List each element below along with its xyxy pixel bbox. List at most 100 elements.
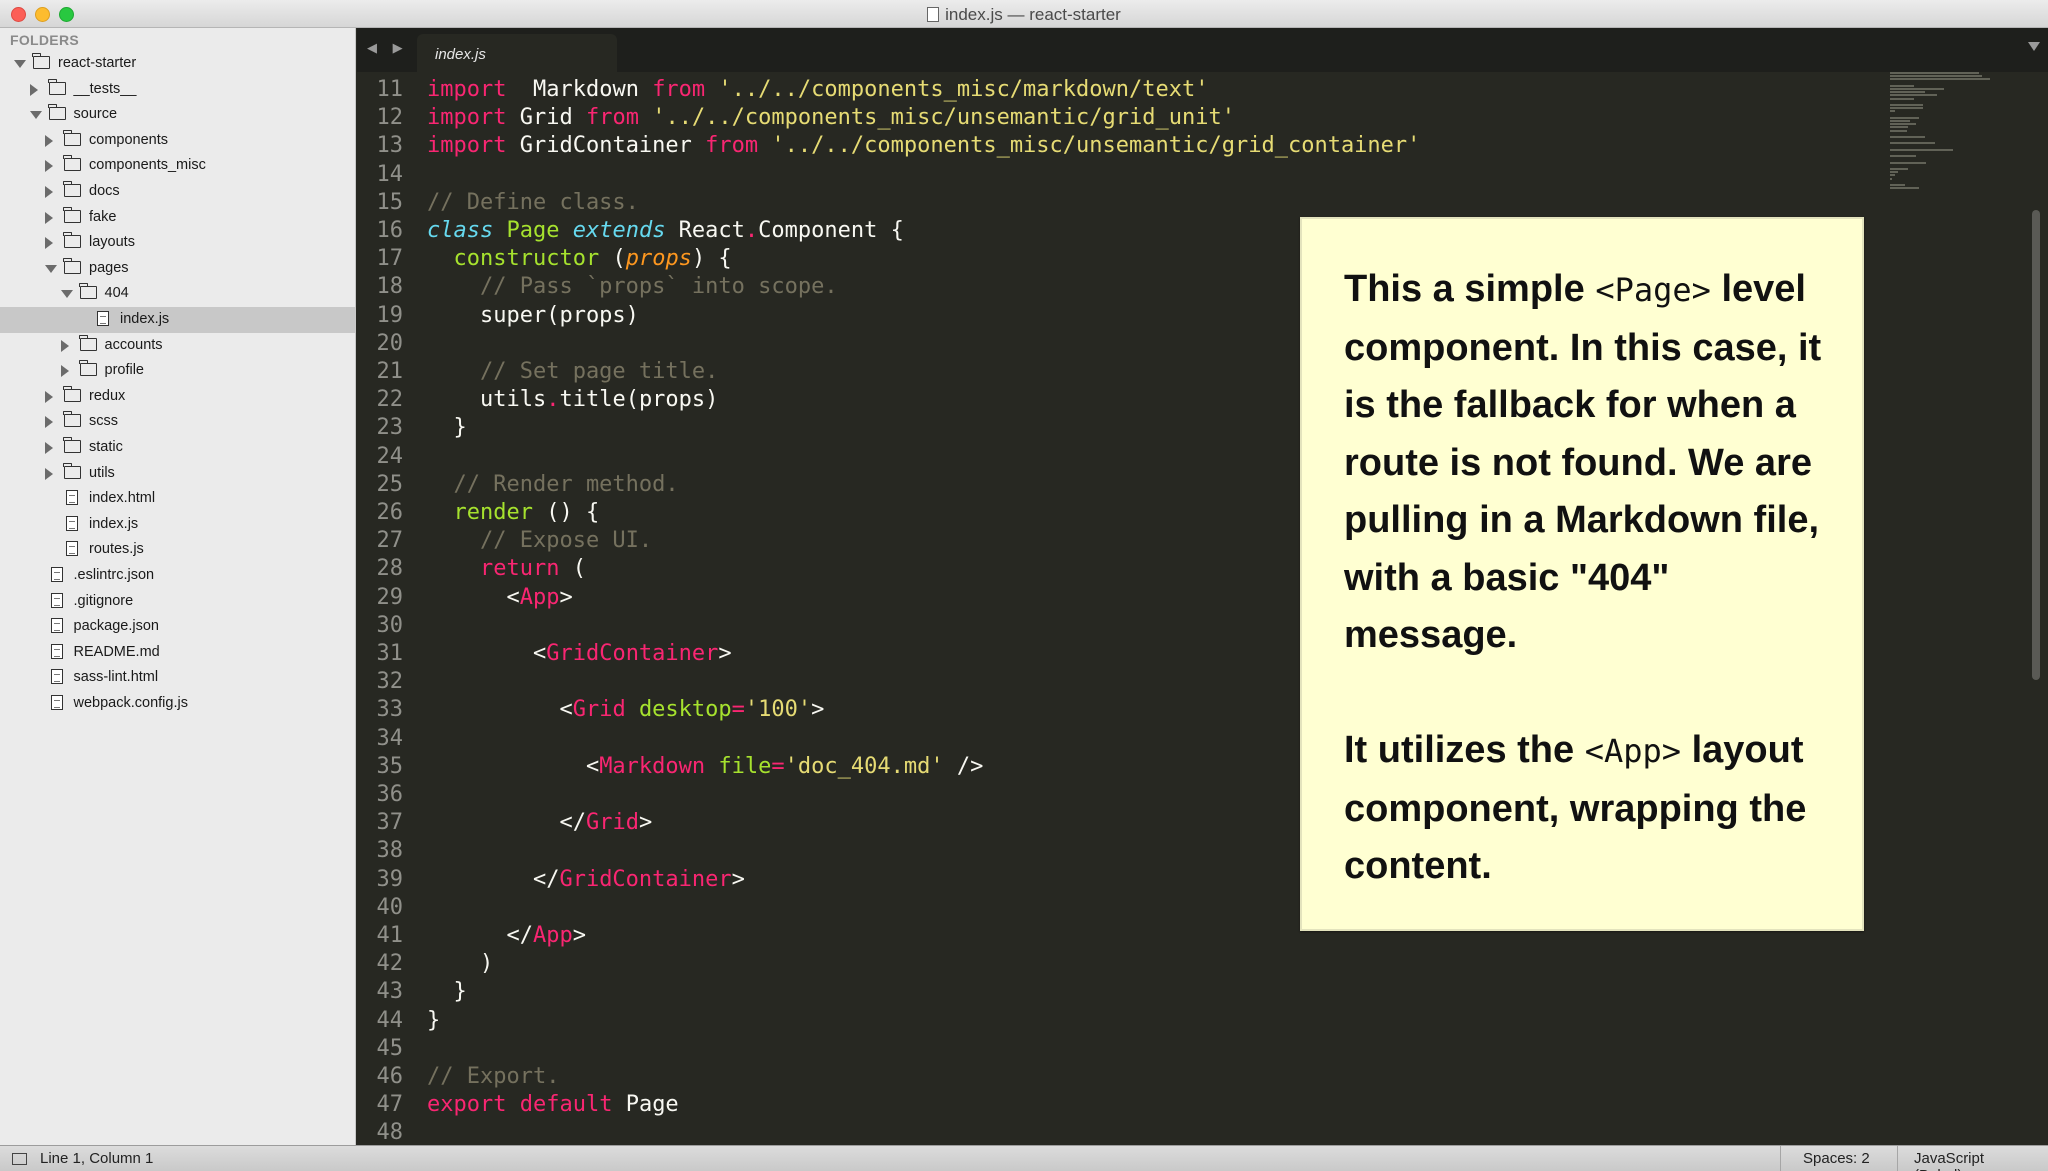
sidebar-folder[interactable]: accounts <box>0 333 355 359</box>
sidebar-folder[interactable]: utils <box>0 461 355 487</box>
sidebar-file[interactable]: webpack.config.js <box>0 691 355 717</box>
sidebar-file[interactable]: index.js <box>0 307 355 333</box>
minimap-line <box>1890 84 1914 87</box>
code-text: // Render method. <box>427 471 678 499</box>
code-token: > <box>731 866 745 892</box>
minimap-line <box>1890 148 1953 151</box>
tab-nav-arrows[interactable]: ◀ ▶ <box>367 40 409 56</box>
line-number: 44 <box>376 1007 404 1033</box>
sidebar-file[interactable]: .gitignore <box>0 589 355 615</box>
sidebar-folder[interactable]: static <box>0 435 355 461</box>
sidebar-folder[interactable]: components <box>0 128 355 154</box>
line-number: 15 <box>376 189 404 215</box>
tab-index-js[interactable]: index.js <box>417 34 617 72</box>
code-text: <GridContainer> <box>427 640 732 668</box>
code-token: < <box>427 584 520 610</box>
tab-menu-icon[interactable] <box>2028 42 2040 51</box>
sidebar-item-label: components_misc <box>89 157 206 174</box>
line-number: 35 <box>376 753 404 779</box>
code-line: 43 } <box>357 978 2037 1006</box>
disclosure-open-icon[interactable] <box>60 290 73 299</box>
minimap[interactable] <box>1890 72 2000 202</box>
code-line: 15 // Define class. <box>357 189 2037 217</box>
code-text: import Markdown from '../../components_m… <box>427 76 1209 104</box>
sidebar-file[interactable]: package.json <box>0 614 355 640</box>
disclosure-closed-icon[interactable] <box>45 467 53 480</box>
disclosure-closed-icon[interactable] <box>60 339 69 352</box>
sidebar-item-label: scss <box>89 413 118 430</box>
code-token: > <box>718 641 732 666</box>
syntax-selector[interactable]: JavaScript (Babel) <box>1897 1146 2048 1171</box>
sidebar-file[interactable]: sass-lint.html <box>0 665 355 691</box>
file-icon <box>50 567 63 582</box>
code-token: < <box>427 641 547 666</box>
disclosure-closed-icon[interactable] <box>45 416 53 429</box>
sidebar-file[interactable]: index.js <box>0 512 355 538</box>
sidebar-item-label: accounts <box>104 336 163 353</box>
editor-scrollbar[interactable] <box>2032 210 2040 680</box>
sidebar-folder[interactable]: source <box>0 102 355 128</box>
code-token: extends <box>572 218 666 243</box>
sidebar-file[interactable]: README.md <box>0 640 355 666</box>
sidebar-folder[interactable]: profile <box>0 358 355 384</box>
folder-icon <box>63 257 81 274</box>
line-number: 19 <box>376 302 404 328</box>
code-token: import <box>427 105 507 131</box>
callout-page-tag: <Page> <box>1595 271 1711 309</box>
code-token: </ <box>427 866 560 892</box>
sidebar-folder[interactable]: redux <box>0 384 355 410</box>
sidebar-folder[interactable]: fake <box>0 205 355 231</box>
disclosure-closed-icon[interactable] <box>29 83 38 96</box>
code-token: GridContainer <box>559 866 732 892</box>
disclosure-closed-icon[interactable] <box>45 442 53 454</box>
file-icon <box>50 618 63 634</box>
panel-toggle-icon[interactable] <box>12 1153 27 1165</box>
sidebar-folder[interactable]: pages <box>0 256 355 282</box>
sidebar-item-label: static <box>89 439 123 455</box>
tab-label: index.js <box>435 46 486 63</box>
code-token: App <box>532 923 573 948</box>
disclosure-closed-icon[interactable] <box>45 160 53 173</box>
sidebar-file[interactable]: .eslintrc.json <box>0 563 355 589</box>
disclosure-closed-icon[interactable] <box>45 134 53 147</box>
disclosure-closed-icon[interactable] <box>45 237 53 250</box>
code-token: import <box>427 133 507 159</box>
sidebar-folder[interactable]: 404 <box>0 281 355 307</box>
sidebar-item-label: pages <box>89 259 129 276</box>
sidebar-folder[interactable]: react-starter <box>0 51 355 77</box>
sidebar-file[interactable]: routes.js <box>0 537 355 563</box>
disclosure-closed-icon[interactable] <box>45 186 53 198</box>
line-number: 32 <box>376 669 404 695</box>
folder-icon <box>63 232 81 249</box>
line-number: 26 <box>376 500 404 525</box>
code-token: ) <box>427 951 494 977</box>
disclosure-closed-icon[interactable] <box>45 211 53 224</box>
minimap-line <box>1890 91 1925 94</box>
disclosure-open-icon[interactable] <box>45 264 57 273</box>
minimap-line <box>1890 184 1905 186</box>
sidebar-item-label: .eslintrc.json <box>73 567 155 583</box>
indentation-setting[interactable]: Spaces: 2 <box>1780 1146 1892 1171</box>
sidebar-item-label: index.js <box>120 311 170 327</box>
code-token: Markdown <box>506 77 653 102</box>
sidebar-folder[interactable]: __tests__ <box>0 77 355 103</box>
line-number: 12 <box>376 105 404 131</box>
folder-icon <box>32 53 50 69</box>
sidebar-folder[interactable]: docs <box>0 179 355 205</box>
disclosure-closed-icon[interactable] <box>45 390 53 403</box>
sidebar-folder[interactable]: components_misc <box>0 153 355 179</box>
code-token: return <box>479 556 560 582</box>
line-number: 24 <box>376 443 404 469</box>
sidebar-folder[interactable]: scss <box>0 409 355 435</box>
disclosure-open-icon[interactable] <box>29 111 42 120</box>
code-text: <Markdown file='doc_404.md' /> <box>427 753 983 781</box>
minimap-line <box>1890 94 1937 97</box>
line-number: 45 <box>376 1035 404 1061</box>
code-token: // Export. <box>427 1064 560 1089</box>
sidebar-file[interactable]: index.html <box>0 486 355 512</box>
code-token: props <box>625 246 692 272</box>
code-token: class <box>427 218 494 243</box>
sidebar-folder[interactable]: layouts <box>0 230 355 256</box>
disclosure-open-icon[interactable] <box>14 60 26 68</box>
disclosure-closed-icon[interactable] <box>60 365 69 378</box>
